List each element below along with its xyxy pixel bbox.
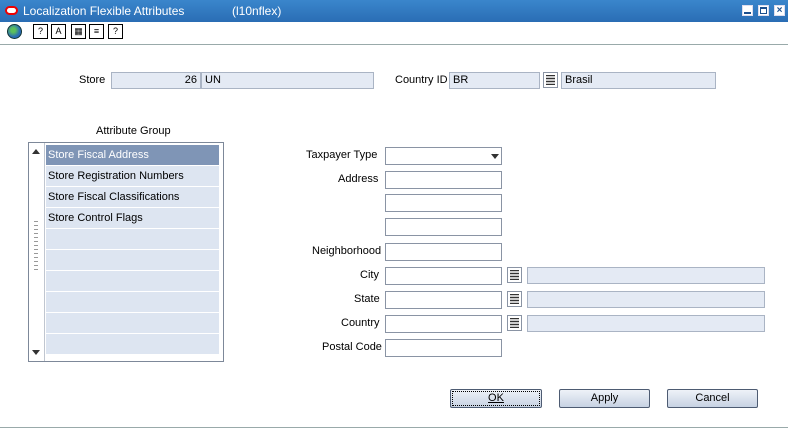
minimize-icon[interactable] — [742, 5, 753, 16]
module-name: (l10nflex) — [232, 4, 282, 18]
neighborhood-field[interactable] — [385, 243, 502, 261]
maximize-icon[interactable] — [758, 5, 769, 16]
close-icon[interactable]: × — [774, 5, 785, 16]
list-item[interactable] — [46, 313, 219, 333]
list-item[interactable]: Store Control Flags — [46, 208, 219, 228]
list-item[interactable] — [46, 334, 219, 354]
ok-button-label: OK — [488, 392, 504, 404]
window-title: Localization Flexible Attributes — [23, 4, 185, 18]
city-desc-field — [527, 267, 765, 284]
neighborhood-label: Neighborhood — [312, 245, 382, 257]
title-bar: Localization Flexible Attributes (l10nfl… — [0, 0, 788, 22]
address-label: Address — [338, 173, 379, 185]
country-field[interactable] — [385, 315, 502, 333]
city-field[interactable] — [385, 267, 502, 285]
list-item[interactable] — [46, 229, 219, 249]
address-line1-field[interactable] — [385, 171, 502, 189]
country-id-field: BR — [449, 72, 540, 89]
country-lov-icon[interactable] — [543, 72, 558, 88]
ok-button[interactable]: OK — [450, 389, 542, 408]
city-lov-icon[interactable] — [507, 267, 522, 283]
country-label: Country — [341, 317, 380, 329]
address-line2-field[interactable] — [385, 194, 502, 212]
list-item[interactable] — [46, 271, 219, 291]
state-field[interactable] — [385, 291, 502, 309]
postal-code-label: Postal Code — [322, 341, 382, 353]
list-item[interactable] — [46, 292, 219, 312]
country-name-field: Brasil — [561, 72, 716, 89]
country-desc-field — [527, 315, 765, 332]
document-icon[interactable]: ≡ — [89, 24, 104, 39]
attribute-group-heading: Attribute Group — [96, 125, 171, 137]
list-item[interactable] — [46, 250, 219, 270]
address-line3-field[interactable] — [385, 218, 502, 236]
postal-code-field[interactable] — [385, 339, 502, 357]
cancel-button-label: Cancel — [695, 392, 730, 404]
list-item[interactable]: Store Fiscal Classifications — [46, 187, 219, 207]
oracle-logo-icon — [5, 6, 18, 15]
apply-button[interactable]: Apply — [559, 389, 650, 408]
scroll-grip[interactable] — [34, 221, 38, 271]
scroll-down-icon[interactable] — [32, 350, 40, 355]
toolbar: ? A ▦ ≡ ? — [0, 22, 788, 44]
state-desc-field — [527, 291, 765, 308]
list-item[interactable]: Store Registration Numbers — [46, 166, 219, 186]
globe-icon[interactable] — [7, 24, 22, 39]
country-id-label: Country ID — [395, 74, 448, 86]
list-scrollbar[interactable] — [29, 143, 45, 361]
taxpayer-type-select[interactable] — [385, 147, 502, 165]
chevron-down-icon[interactable] — [491, 154, 499, 159]
country-lov-icon[interactable] — [507, 315, 522, 331]
cancel-button[interactable]: Cancel — [667, 389, 758, 408]
store-id-field: 26 — [111, 72, 201, 89]
scroll-up-icon[interactable] — [32, 149, 40, 154]
city-label: City — [360, 269, 379, 281]
store-label: Store — [79, 74, 106, 86]
help-topics-icon[interactable]: ? — [33, 24, 48, 39]
calendar-icon[interactable]: ▦ — [71, 24, 86, 39]
state-lov-icon[interactable] — [507, 291, 522, 307]
state-label: State — [354, 293, 380, 305]
keyboard-icon[interactable]: A — [51, 24, 66, 39]
taxpayer-type-label: Taxpayer Type — [306, 149, 378, 161]
list-item[interactable]: Store Fiscal Address — [46, 145, 219, 165]
help-icon[interactable]: ? — [108, 24, 123, 39]
store-name-field: UN — [201, 72, 374, 89]
attribute-group-list: Store Fiscal Address Store Registration … — [28, 142, 224, 362]
